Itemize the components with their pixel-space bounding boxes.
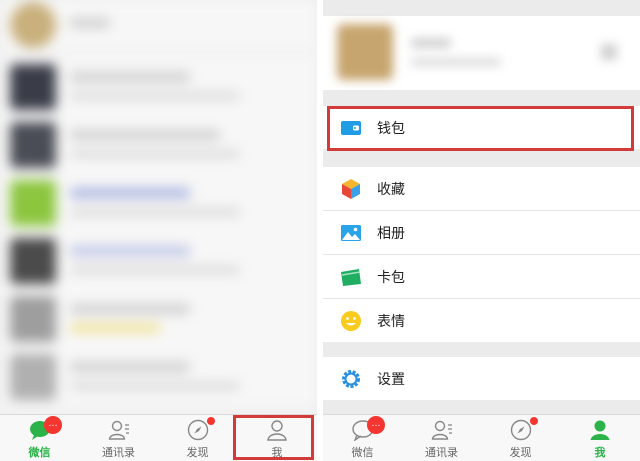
new-dot — [207, 417, 215, 425]
highlight-box-me-tab — [233, 415, 314, 460]
blurred-chat-list — [0, 0, 317, 416]
tab-label: 微信 — [28, 446, 51, 459]
contacts-icon — [108, 420, 129, 440]
list-item[interactable] — [0, 232, 317, 291]
menu-group-main: 收藏 相册 卡包 表情 — [323, 167, 640, 342]
screenshot-composite: … 微信 通讯录 发现 我 钱包 收藏 相册 卡包 表情 设置 … 微信 通讯录… — [0, 0, 640, 461]
tab-contacts[interactable]: 通讯录 — [79, 415, 158, 461]
avatar — [337, 24, 393, 80]
menu-group-settings: 设置 — [323, 357, 640, 400]
menu-label: 相册 — [377, 226, 405, 242]
profile-id-blurred — [411, 58, 501, 66]
qr-code-icon — [601, 44, 617, 60]
menu-item-album[interactable]: 相册 — [323, 211, 640, 255]
menu-item-card-pack[interactable]: 卡包 — [323, 255, 640, 299]
list-item[interactable] — [0, 290, 317, 349]
list-item[interactable] — [0, 116, 317, 175]
new-dot — [530, 417, 538, 425]
card-pack-icon — [341, 269, 361, 286]
tab-bar: … 微信 通讯录 发现 我 — [323, 414, 640, 461]
unread-badge: … — [367, 416, 385, 434]
list-item[interactable] — [0, 0, 317, 51]
emoji-icon — [341, 311, 361, 331]
tab-label: 通讯录 — [425, 446, 458, 459]
right-screen: 钱包 收藏 相册 卡包 表情 设置 … 微信 通讯录 发现 我 — [323, 0, 640, 461]
tab-label: 通讯录 — [102, 446, 135, 459]
list-item[interactable] — [0, 174, 317, 233]
menu-label: 卡包 — [377, 270, 405, 286]
left-screen: … 微信 通讯录 发现 我 — [0, 0, 317, 461]
menu-item-settings[interactable]: 设置 — [323, 357, 640, 400]
highlight-box-wallet — [327, 106, 634, 151]
profile-card[interactable] — [323, 16, 640, 90]
tab-label: 发现 — [509, 446, 532, 459]
menu-label: 表情 — [377, 314, 405, 330]
settings-gear-icon — [342, 370, 360, 388]
profile-name-blurred — [411, 38, 451, 48]
unread-badge: … — [44, 416, 62, 434]
album-icon — [341, 225, 361, 241]
menu-item-emoji[interactable]: 表情 — [323, 299, 640, 342]
compass-icon — [510, 419, 531, 441]
tab-label: 我 — [594, 446, 606, 459]
tab-chats[interactable]: … 微信 — [323, 415, 402, 461]
tab-label: 微信 — [351, 446, 374, 459]
tab-discover[interactable]: 发现 — [481, 415, 560, 461]
menu-label: 设置 — [377, 372, 405, 388]
contacts-icon — [431, 420, 452, 440]
list-item[interactable] — [0, 58, 317, 117]
tab-label: 发现 — [186, 446, 209, 459]
compass-icon — [187, 419, 208, 441]
person-icon — [590, 420, 610, 440]
tab-me[interactable]: 我 — [560, 415, 640, 461]
menu-item-favorites[interactable]: 收藏 — [323, 167, 640, 211]
favorites-cube-icon — [342, 179, 360, 199]
tab-discover[interactable]: 发现 — [158, 415, 237, 461]
tab-contacts[interactable]: 通讯录 — [402, 415, 481, 461]
tab-chats[interactable]: … 微信 — [0, 415, 79, 461]
list-item[interactable] — [0, 348, 317, 407]
menu-label: 收藏 — [377, 182, 405, 198]
